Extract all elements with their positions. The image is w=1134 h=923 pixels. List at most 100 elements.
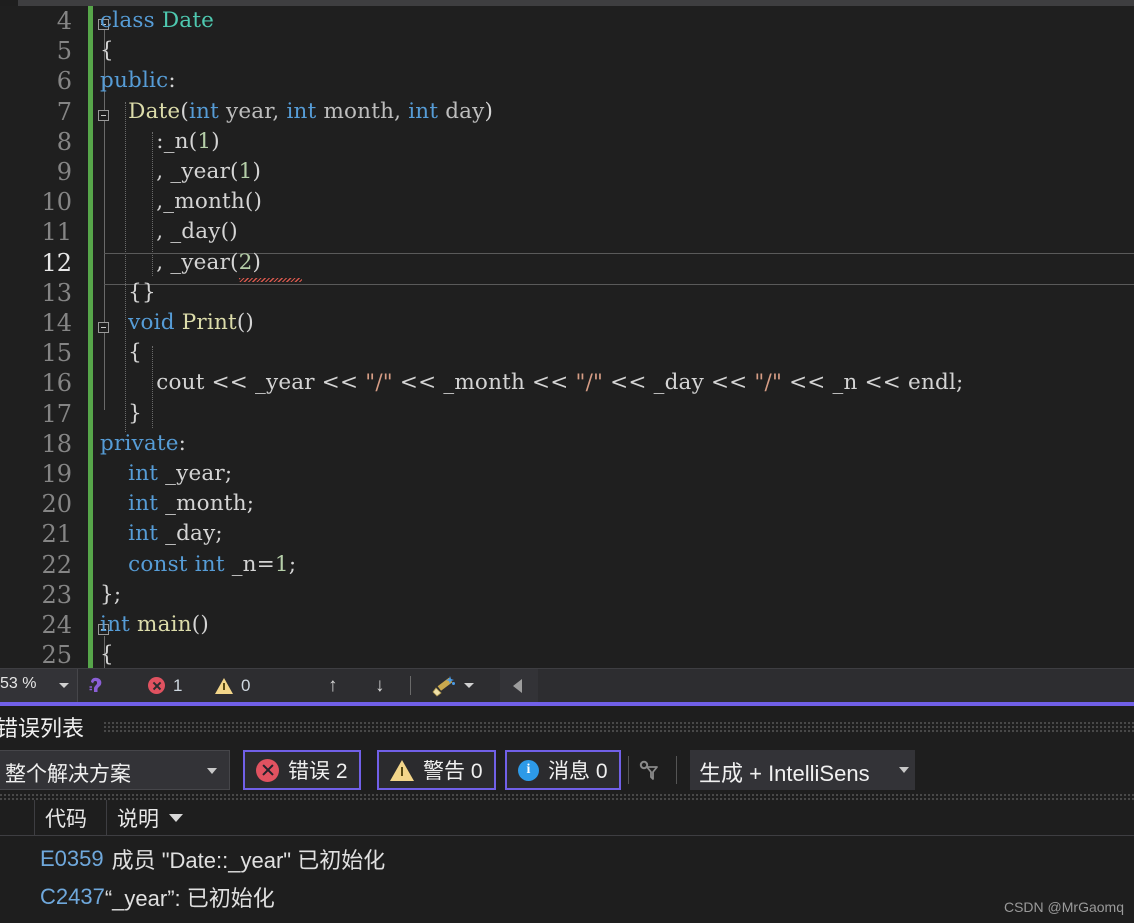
status-error-count-value: 1 <box>173 675 183 695</box>
table-row[interactable]: E0359 成员 "Date::_year" 已初始化 <box>0 840 1134 877</box>
code-line-text: int main() <box>100 612 209 637</box>
code-line-text: } <box>100 400 143 426</box>
line-number: 9 <box>56 158 72 186</box>
line-number: 15 <box>41 339 72 368</box>
warning-triangle-icon <box>390 759 414 781</box>
code-line-text: :_n(1) <box>100 128 220 154</box>
code-line-text: Date(int year, int month, int day) <box>128 98 494 124</box>
code-line-text: }; <box>100 581 122 607</box>
line-number: 8 <box>56 127 72 156</box>
next-error-icon[interactable]: ↓ <box>375 676 385 695</box>
chevron-down-icon <box>899 767 909 773</box>
code-line: 21 int _day; <box>0 519 1134 549</box>
line-number: 20 <box>41 490 72 519</box>
code-line-text: int _month; <box>128 491 255 517</box>
line-number: 22 <box>41 550 72 579</box>
toolbar-separator-right <box>676 756 677 784</box>
status-separator <box>410 676 411 695</box>
line-number: 21 <box>41 520 72 549</box>
code-line-text: , _year(1) <box>100 159 262 184</box>
code-line: 4 class Date <box>0 6 1134 36</box>
code-line-text: ,_month() <box>100 189 263 215</box>
table-row[interactable]: C2437 “_year”: 已初始化 <box>0 878 1134 915</box>
line-number: 18 <box>41 429 72 458</box>
error-circle-icon <box>148 677 165 694</box>
error-code[interactable]: C2437 <box>40 884 105 910</box>
error-circle-icon <box>256 758 279 782</box>
funnel-filter-icon[interactable] <box>638 759 662 783</box>
broom-chevron-down-icon[interactable] <box>464 683 474 688</box>
code-line: 5{ <box>0 36 1134 66</box>
code-line: 23}; <box>0 580 1134 610</box>
code-line: 22 const int _n=1; <box>0 550 1134 580</box>
scope-dropdown[interactable]: 整个解决方案 <box>0 750 230 790</box>
code-editor[interactable]: 4 class Date 5{6 public: 7 Date(int year, in… <box>0 6 1134 668</box>
status-warning-count-value: 0 <box>241 675 251 695</box>
code-line-text: int _day; <box>128 521 223 547</box>
editor-status-bar: 53 % 1 0 ↑ ↓ <box>0 668 1134 702</box>
code-line: 20 int _month; <box>0 489 1134 519</box>
intellicode-icon[interactable] <box>86 675 108 697</box>
line-number: 12 <box>41 248 72 277</box>
build-source-value: 生成 + IntelliSens <box>699 761 870 786</box>
error-code[interactable]: E0359 <box>40 846 104 872</box>
error-list-panel: 错误列表 整个解决方案 错误 2 警告 0 i 消息 0 生成 + Intell… <box>0 702 1134 923</box>
visual-studio-window: 4 class Date 5{6 public: 7 Date(int year, in… <box>0 0 1134 923</box>
prev-error-icon[interactable]: ↑ <box>328 676 338 695</box>
zoom-level-dropdown[interactable]: 53 % <box>0 669 78 702</box>
status-error-count[interactable]: 1 <box>148 669 182 702</box>
messages-filter-button[interactable]: i 消息 0 <box>505 750 621 790</box>
code-line: 25 { <box>0 640 1134 668</box>
code-line: 10 ,_month() <box>0 187 1134 217</box>
code-line-text: const int _n=1; <box>128 551 297 577</box>
error-list-header: 代码 说明 <box>0 800 1134 836</box>
code-line: 19 int _year; <box>0 459 1134 489</box>
status-warning-count[interactable]: 0 <box>215 669 250 702</box>
code-line-text: void Print() <box>128 310 255 335</box>
line-number: 4 <box>56 7 72 35</box>
code-line-text: private: <box>100 430 187 456</box>
watermark: CSDN @MrGaomq <box>1003 899 1124 915</box>
messages-filter-label: 消息 0 <box>548 760 608 783</box>
errors-filter-button[interactable]: 错误 2 <box>243 750 361 790</box>
code-line-text: { <box>100 642 114 668</box>
panel-drag-dots <box>104 722 1134 733</box>
code-line-text: { <box>100 340 143 366</box>
code-line-text: { <box>100 38 114 64</box>
column-header-code[interactable]: 代码 <box>34 800 106 835</box>
chevron-down-icon <box>207 768 217 774</box>
code-line-text: , _year(2) <box>100 249 262 275</box>
build-source-dropdown[interactable]: 生成 + IntelliSens <box>690 750 915 790</box>
errors-filter-label: 错误 2 <box>288 760 348 783</box>
warning-triangle-icon <box>215 677 233 694</box>
panel-title: 错误列表 <box>0 716 85 741</box>
code-line-text: {} <box>100 279 156 305</box>
broom-icon[interactable] <box>430 675 456 697</box>
line-number: 16 <box>41 369 72 398</box>
line-number: 23 <box>41 580 72 609</box>
code-line-text: class Date <box>100 8 215 33</box>
code-line: 6 public: <box>0 66 1134 96</box>
line-number: 14 <box>41 309 72 337</box>
column-header-description-label: 说明 <box>117 807 159 831</box>
line-number: 7 <box>56 97 72 126</box>
line-number: 24 <box>41 611 72 639</box>
warnings-filter-label: 警告 0 <box>423 760 483 783</box>
line-number: 10 <box>41 188 72 217</box>
code-line: 15 { <box>0 338 1134 368</box>
warnings-filter-button[interactable]: 警告 0 <box>377 750 496 790</box>
panel-collapse-button[interactable] <box>500 669 538 702</box>
code-line: 11 , _day() <box>0 217 1134 247</box>
code-line: 13 {} <box>0 278 1134 308</box>
column-header-description[interactable]: 说明 <box>106 800 1134 835</box>
error-squiggle <box>239 278 302 282</box>
code-line: 24 int main() <box>0 610 1134 640</box>
line-number: 17 <box>41 399 72 428</box>
line-number: 13 <box>41 278 72 307</box>
line-number: 6 <box>56 67 72 96</box>
error-list-toolbar: 整个解决方案 错误 2 警告 0 i 消息 0 生成 + IntelliSens <box>0 748 1134 794</box>
toolbar-separator-left <box>628 756 629 784</box>
line-number: 19 <box>41 460 72 488</box>
column-header-code-label: 代码 <box>45 807 87 831</box>
code-line: 8 :_n(1) <box>0 127 1134 157</box>
